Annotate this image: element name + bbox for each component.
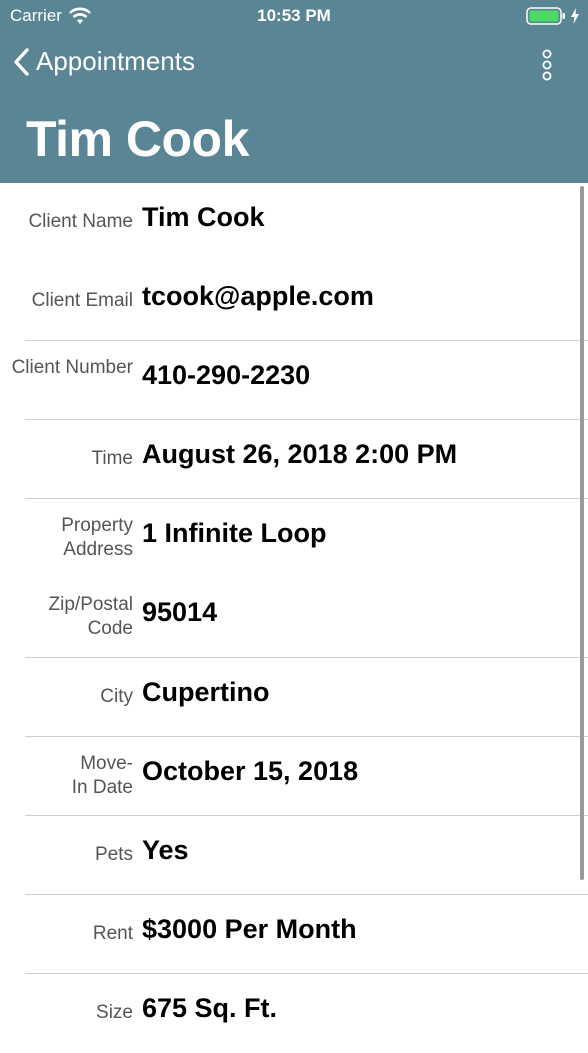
zip-code-value: 95014 [142, 597, 218, 627]
detail-row-rent: Rent $3000 Per Month [0, 895, 588, 974]
page-title: Tim Cook [26, 111, 249, 167]
detail-row-client-email: Client Email tcook@apple.com [0, 262, 588, 341]
move-in-date-label: Move-In Date [71, 753, 133, 798]
detail-row-zip-code: Zip/Postal Code 95014 [0, 578, 588, 657]
battery-icon [526, 7, 565, 25]
navigation-bar: Appointments [0, 40, 588, 92]
pets-value: Yes [142, 835, 189, 865]
move-in-date-value: October 15, 2018 [142, 756, 359, 786]
time-label: Time [91, 448, 133, 469]
size-value: 675 Sq. Ft. [142, 993, 278, 1023]
charging-bolt-icon [571, 8, 579, 24]
status-bar: Carrier 10:53 PM [0, 0, 588, 34]
detail-row-size: Size 675 Sq. Ft. [0, 974, 588, 1053]
rent-label: Rent [92, 923, 133, 944]
back-button-label: Appointments [36, 46, 195, 76]
city-value: Cupertino [142, 677, 270, 707]
detail-row-pets: Pets Yes [0, 816, 588, 895]
city-label: City [100, 686, 133, 707]
detail-row-client-name: Client Name Tim Cook [0, 183, 588, 262]
property-address-value: 1 Infinite Loop [142, 518, 327, 548]
detail-row-city: City Cupertino [0, 658, 588, 737]
appointment-details: Client Name Tim Cook Client Email tcook@… [0, 183, 588, 1047]
back-button[interactable]: Appointments [12, 46, 195, 77]
header: Carrier 10:53 PM Appointments Tim Cook [0, 0, 588, 183]
pets-label: Pets [94, 844, 133, 865]
battery-group [526, 7, 580, 25]
client-email-label: Client Email [31, 290, 133, 311]
size-label: Size [96, 1002, 133, 1023]
rent-value: $3000 Per Month [142, 914, 357, 944]
detail-row-client-number: Client Number 410-290-2230 [0, 341, 588, 420]
zip-code-label: Zip/Postal Code [48, 594, 133, 639]
property-address-label: Property Address [61, 515, 133, 560]
detail-row-move-in-date: Move-In Date October 15, 2018 [0, 737, 588, 816]
client-name-value: Tim Cook [142, 202, 265, 232]
client-number-label: Client Number [11, 357, 133, 378]
client-name-label: Client Name [28, 211, 133, 232]
time-value: August 26, 2018 2:00 PM [142, 439, 458, 469]
more-options-icon[interactable] [536, 48, 558, 84]
status-time: 10:53 PM [257, 6, 331, 25]
client-number-value[interactable]: 410-290-2230 [142, 360, 310, 391]
detail-row-time: Time August 26, 2018 2:00 PM [0, 420, 588, 499]
client-email-value[interactable]: tcook@apple.com [142, 281, 374, 312]
scrollbar[interactable] [580, 186, 584, 880]
detail-row-property-address: Property Address 1 Infinite Loop [0, 499, 588, 578]
chevron-left-icon [14, 47, 29, 76]
